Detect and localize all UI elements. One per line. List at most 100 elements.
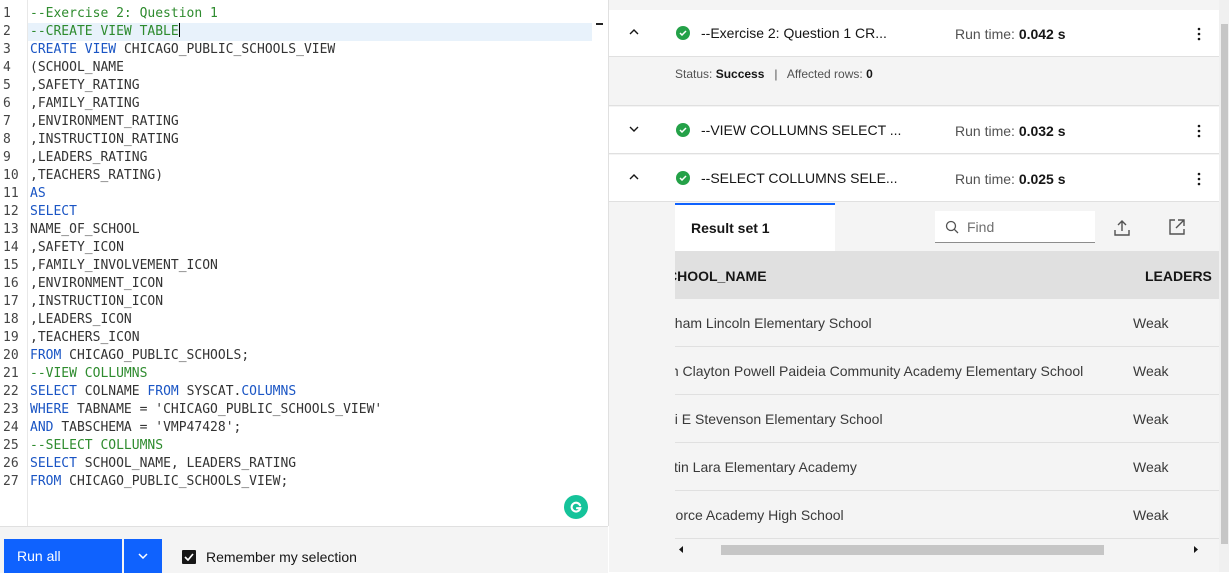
code-line[interactable]: ,SAFETY_ICON [30,239,592,257]
query-title: --Exercise 2: Question 1 CR... [701,25,887,41]
result-set-panel: Result set 1 Find CHOOL_NAME LEADERS aha… [609,203,1219,572]
query-row-2[interactable]: --VIEW COLLUMNS SELECT ... Run time: 0.0… [609,107,1219,154]
code-line[interactable]: --SELECT COLLUMNS [30,437,592,455]
code-line[interactable]: SELECT [30,203,592,221]
remember-selection[interactable]: Remember my selection [182,549,357,565]
grammarly-icon[interactable] [564,495,588,519]
chevron-up-icon[interactable] [629,172,639,182]
run-options-dropdown[interactable] [124,539,162,573]
code-line[interactable]: ,ENVIRONMENT_RATING [30,113,592,131]
line-number: 1 [3,6,11,21]
run-time: Run time: 0.042 s [955,26,1066,42]
checkmark-circle-icon [676,26,690,40]
code-line[interactable]: SELECT COLNAME FROM SYSCAT.COLUMNS [30,383,592,401]
find-input[interactable]: Find [935,211,1095,243]
line-number: 16 [3,276,19,291]
table-row[interactable]: Force Academy High School Weak [675,491,1219,539]
query-title: --VIEW COLLUMNS SELECT ... [701,122,902,138]
launch-icon[interactable] [1168,218,1186,236]
run-all-label: Run all [17,548,61,564]
code-line[interactable]: ,TEACHERS_RATING) [30,167,592,185]
sql-editor[interactable]: 1 2 3 4 5 6 7 8 9 10 11 12 13 14 15 16 17 18 19 20 21 22 23 24 2… [0,0,609,526]
run-time: Run time: 0.025 s [955,171,1066,187]
code-line[interactable]: FROM CHICAGO_PUBLIC_SCHOOLS; [30,347,592,365]
line-number-gutter: 1 2 3 4 5 6 7 8 9 10 11 12 13 14 15 16 17 18 19 20 21 22 23 24 2… [0,5,26,491]
vertical-scrollbar-thumb[interactable] [1221,24,1228,544]
code-line[interactable]: ,LEADERS_ICON [30,311,592,329]
checkmark-icon [184,553,194,561]
line-number: 21 [3,366,19,381]
line-number: 5 [3,78,11,93]
cell-school-name: Force Academy High School [675,507,844,523]
code-line[interactable]: --Exercise 2: Question 1 [30,5,592,23]
find-placeholder: Find [967,218,995,235]
remember-checkbox[interactable] [182,550,196,564]
code-line[interactable]: ,LEADERS_RATING [30,149,592,167]
folding-marker[interactable] [596,23,603,25]
column-header-leaders[interactable]: LEADERS [1145,268,1212,284]
column-header-school-name[interactable]: CHOOL_NAME [675,268,767,284]
line-number: 13 [3,222,19,237]
code-line[interactable]: --VIEW COLLUMNS [30,365,592,383]
code-line[interactable]: ,INSTRUCTION_RATING [30,131,592,149]
cell-school-name: aham Lincoln Elementary School [675,315,872,331]
cell-leaders-rating: Weak [1133,507,1169,523]
tab-label: Result set 1 [691,220,770,236]
query-row-1[interactable]: --Exercise 2: Question 1 CR... Run time:… [609,10,1219,57]
code-line[interactable]: (SCHOOL_NAME [30,59,592,77]
table-row[interactable]: stin Lara Elementary Academy Weak [675,443,1219,491]
code-line[interactable]: ,FAMILY_RATING [30,95,592,113]
code-area[interactable]: --Exercise 2: Question 1 --CREATE VIEW TA… [28,5,592,491]
tab-result-set-1[interactable]: Result set 1 [675,203,835,251]
code-line[interactable]: AND TABSCHEMA = 'VMP47428'; [30,419,592,437]
code-line[interactable]: AS [30,185,592,203]
code-line[interactable]: ,FAMILY_INVOLVEMENT_ICON [30,257,592,275]
gutter-divider [27,0,28,526]
chevron-down-icon[interactable] [629,124,639,134]
scroll-left-icon[interactable] [679,546,684,553]
line-number: 6 [3,96,11,111]
table-row[interactable]: ai E Stevenson Elementary School Weak [675,395,1219,443]
line-number: 20 [3,348,19,363]
scroll-right-icon[interactable] [1193,546,1198,553]
code-line[interactable]: --CREATE VIEW TABLE [28,23,592,41]
cell-school-name: stin Lara Elementary Academy [675,459,857,475]
code-line[interactable]: ,TEACHERS_ICON [30,329,592,347]
checkmark-circle-icon [676,123,690,137]
query-title: --SELECT COLLUMNS SELE... [701,170,898,186]
line-number: 15 [3,258,19,273]
code-line[interactable]: CREATE VIEW CHICAGO_PUBLIC_SCHOOLS_VIEW [30,41,592,59]
code-line[interactable]: FROM CHICAGO_PUBLIC_SCHOOLS_VIEW; [30,473,592,491]
line-number: 7 [3,114,11,129]
code-line[interactable]: ,SAFETY_RATING [30,77,592,95]
code-line[interactable]: SELECT SCHOOL_NAME, LEADERS_RATING [30,455,592,473]
result-table: CHOOL_NAME LEADERS aham Lincoln Elementa… [675,251,1219,541]
query-row-3[interactable]: --SELECT COLLUMNS SELE... Run time: 0.02… [609,155,1219,202]
line-number: 26 [3,456,19,471]
horizontal-scrollbar[interactable] [675,541,1205,557]
line-number: 18 [3,312,19,327]
overflow-menu-icon[interactable] [1197,124,1201,138]
table-row[interactable]: m Clayton Powell Paideia Community Acade… [675,347,1219,395]
run-time: Run time: 0.032 s [955,123,1066,139]
chevron-down-icon [138,553,148,559]
code-line[interactable]: WHERE TABNAME = 'CHICAGO_PUBLIC_SCHOOLS_… [30,401,592,419]
line-number: 8 [3,132,11,147]
chevron-up-icon[interactable] [629,27,639,37]
line-number: 17 [3,294,19,309]
table-row[interactable]: aham Lincoln Elementary School Weak [675,299,1219,347]
code-line[interactable]: NAME_OF_SCHOOL [30,221,592,239]
overflow-menu-icon[interactable] [1197,172,1201,186]
remember-label: Remember my selection [206,549,357,565]
run-all-button[interactable]: Run all [4,539,122,573]
query-status: Status: Success | Affected rows: 0 [609,58,1219,106]
upload-icon[interactable] [1113,219,1131,237]
overflow-menu-icon[interactable] [1197,27,1201,41]
checkmark-circle-icon [676,171,690,185]
line-number: 3 [3,42,11,57]
search-icon [945,220,959,233]
code-line[interactable]: ,INSTRUCTION_ICON [30,293,592,311]
scrollbar-thumb[interactable] [721,545,1104,555]
cell-leaders-rating: Weak [1133,363,1169,379]
code-line[interactable]: ,ENVIRONMENT_ICON [30,275,592,293]
